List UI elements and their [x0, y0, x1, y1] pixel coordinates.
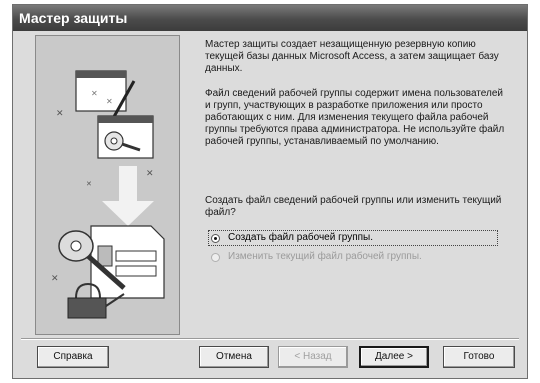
radio-button-checked[interactable]	[211, 233, 220, 243]
help-button[interactable]: Справка	[37, 346, 109, 368]
question-text: Создать файл сведений рабочей группы или…	[205, 195, 502, 218]
cancel-button[interactable]: Отмена	[199, 346, 269, 368]
document-icon	[90, 225, 165, 299]
description-paragraph-1: Мастер защиты создает незащищенную резер…	[205, 39, 499, 74]
radio-button-disabled[interactable]	[211, 252, 220, 262]
svg-text:✕: ✕	[86, 180, 92, 188]
next-button[interactable]: Далее >	[359, 346, 429, 368]
svg-text:✕: ✕	[91, 89, 98, 98]
back-button[interactable]: < Назад	[278, 346, 348, 368]
radio-modify-workgroup-file[interactable]: Изменить текущий файл рабочей группы.	[208, 249, 422, 265]
window-icon: ✕ ✕	[75, 70, 127, 112]
svg-text:✕: ✕	[56, 109, 64, 119]
radio-create-workgroup-file[interactable]: Создать файл рабочей группы.	[208, 230, 498, 246]
footer-divider	[21, 338, 519, 340]
radio-label: Изменить текущий файл рабочей группы.	[228, 251, 422, 262]
svg-text:✕: ✕	[106, 97, 113, 106]
svg-text:✕: ✕	[51, 274, 59, 284]
finish-button[interactable]: Готово	[443, 346, 515, 368]
illustration-svg: ✕ ✕ ✕ ✕ ✕ ✕	[51, 70, 165, 319]
svg-text:✕: ✕	[146, 169, 154, 179]
window-title: Мастер защиты	[13, 5, 527, 31]
security-wizard-window: Мастер защиты ✕ ✕ ✕ ✕ ✕ ✕ Мастер защиты …	[12, 4, 528, 379]
wizard-illustration: ✕ ✕ ✕ ✕ ✕ ✕	[35, 35, 180, 335]
description-paragraph-2: Файл сведений рабочей группы содержит им…	[205, 88, 505, 147]
radio-label: Создать файл рабочей группы.	[228, 232, 373, 243]
